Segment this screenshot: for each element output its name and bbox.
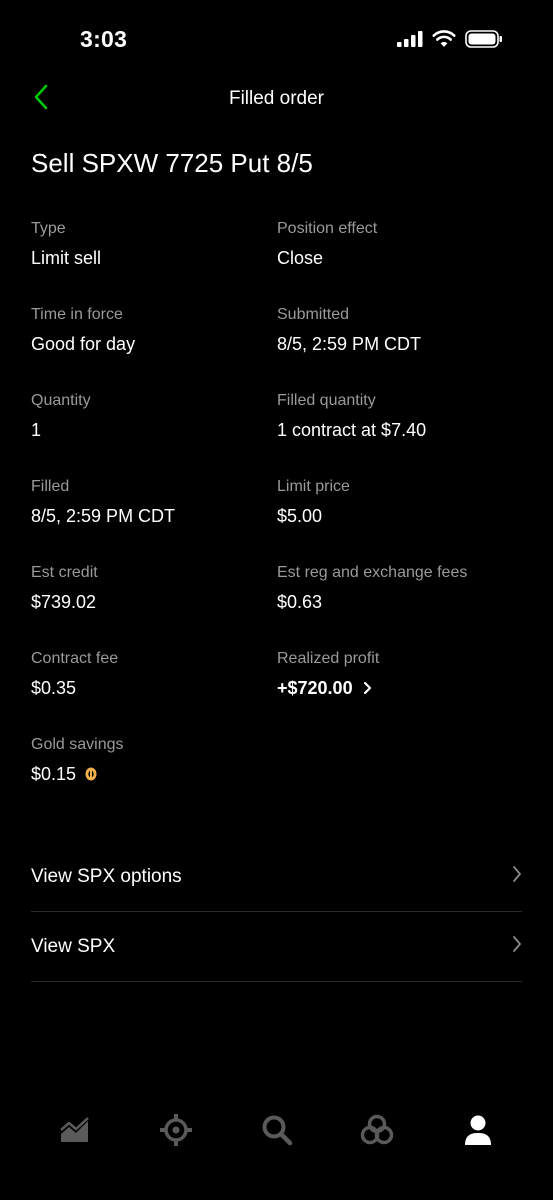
- detail-filled-quantity: Filled quantity 1 contract at $7.40: [277, 390, 523, 476]
- link-label: View SPX options: [31, 865, 182, 887]
- order-details: Type Limit sell Position effect Close Ti…: [31, 218, 526, 820]
- detail-value: $0.15: [31, 762, 277, 786]
- account-icon: [465, 1115, 491, 1145]
- detail-label: Realized profit: [277, 650, 380, 667]
- detail-value: 1 contract at $7.40: [277, 420, 427, 440]
- detail-value: Good for day: [31, 334, 136, 354]
- cellular-signal-icon: [397, 31, 423, 52]
- detail-limit-price: Limit price $5.00: [277, 476, 523, 562]
- link-label: View SPX: [31, 935, 116, 957]
- details-row: Filled 8/5, 2:59 PM CDT Limit price $5.0…: [31, 476, 526, 562]
- detail-realized-profit: Realized profit +$720.00: [277, 648, 523, 734]
- details-row: Gold savings $0.15: [31, 734, 526, 820]
- detail-value: Close: [277, 248, 324, 268]
- detail-contract-fee: Contract fee $0.35: [31, 648, 277, 734]
- detail-value: $5.00: [277, 506, 323, 526]
- detail-quantity: Quantity 1: [31, 390, 277, 476]
- detail-filled: Filled 8/5, 2:59 PM CDT: [31, 476, 277, 562]
- network-icon: [361, 1114, 394, 1145]
- details-row: Quantity 1 Filled quantity 1 contract at…: [31, 390, 526, 476]
- chart-icon: [60, 1117, 89, 1142]
- header-title: Filled order: [228, 88, 325, 109]
- details-row: Est credit $739.02 Est reg and exchange …: [31, 562, 526, 648]
- view-spx-link[interactable]: View SPX: [31, 912, 522, 982]
- status-time: 3:03: [80, 26, 128, 52]
- options-icon: [159, 1114, 192, 1146]
- detail-time-in-force: Time in force Good for day: [31, 304, 277, 390]
- chevron-right-icon: [512, 865, 522, 888]
- nav-search[interactable]: [227, 1108, 327, 1152]
- detail-est-fees: Est reg and exchange fees $0.63: [277, 562, 523, 648]
- detail-label: Limit price: [277, 478, 350, 495]
- detail-label: Type: [31, 220, 66, 237]
- chevron-right-icon: [512, 935, 522, 958]
- detail-type: Type Limit sell: [31, 218, 277, 304]
- detail-label: Est credit: [31, 564, 98, 581]
- gold-savings-value: $0.15: [31, 764, 77, 784]
- detail-gold-savings: Gold savings $0.15: [31, 734, 277, 820]
- detail-value: Limit sell: [31, 248, 102, 268]
- gold-coin-icon: [84, 766, 98, 782]
- detail-value: 8/5, 2:59 PM CDT: [277, 334, 422, 354]
- view-spx-options-link[interactable]: View SPX options: [31, 842, 522, 912]
- details-row: Time in force Good for day Submitted 8/5…: [31, 304, 526, 390]
- detail-label: Filled: [31, 478, 70, 495]
- detail-value: $0.35: [31, 678, 77, 698]
- detail-value: $0.63: [277, 592, 323, 612]
- status-icons: [397, 30, 503, 53]
- detail-label: Quantity: [31, 392, 91, 409]
- detail-value: 8/5, 2:59 PM CDT: [31, 506, 176, 526]
- wifi-icon: [432, 30, 456, 53]
- filled-order-screen: 3:03 Filled order Sell SPXW 7725 Put 8/5…: [0, 0, 553, 1200]
- detail-label: Filled quantity: [277, 392, 376, 409]
- realized-profit-link[interactable]: +$720.00: [277, 676, 523, 700]
- nav-investing[interactable]: [25, 1108, 125, 1152]
- battery-icon: [465, 30, 503, 53]
- nav-account[interactable]: [428, 1108, 528, 1152]
- realized-profit-value: +$720.00: [277, 678, 353, 698]
- detail-est-credit: Est credit $739.02: [31, 562, 277, 648]
- details-row: Contract fee $0.35 Realized profit +$720…: [31, 648, 526, 734]
- bottom-nav: [25, 1108, 528, 1152]
- nav-options[interactable]: [126, 1108, 226, 1152]
- detail-value: 1: [31, 420, 42, 440]
- detail-label: Est reg and exchange fees: [277, 564, 468, 581]
- detail-label: Gold savings: [31, 736, 124, 753]
- chevron-right-icon: [363, 681, 372, 695]
- order-title: Sell SPXW 7725 Put 8/5: [31, 148, 313, 178]
- detail-label: Contract fee: [31, 650, 119, 667]
- related-links: View SPX options View SPX: [31, 842, 522, 982]
- detail-value: $739.02: [31, 592, 97, 612]
- nav-network[interactable]: [327, 1108, 427, 1152]
- detail-submitted: Submitted 8/5, 2:59 PM CDT: [277, 304, 523, 390]
- detail-label: Position effect: [277, 220, 378, 237]
- detail-position-effect: Position effect Close: [277, 218, 523, 304]
- search-icon: [262, 1115, 292, 1146]
- details-row: Type Limit sell Position effect Close: [31, 218, 526, 304]
- detail-label: Time in force: [31, 306, 123, 323]
- detail-label: Submitted: [277, 306, 350, 323]
